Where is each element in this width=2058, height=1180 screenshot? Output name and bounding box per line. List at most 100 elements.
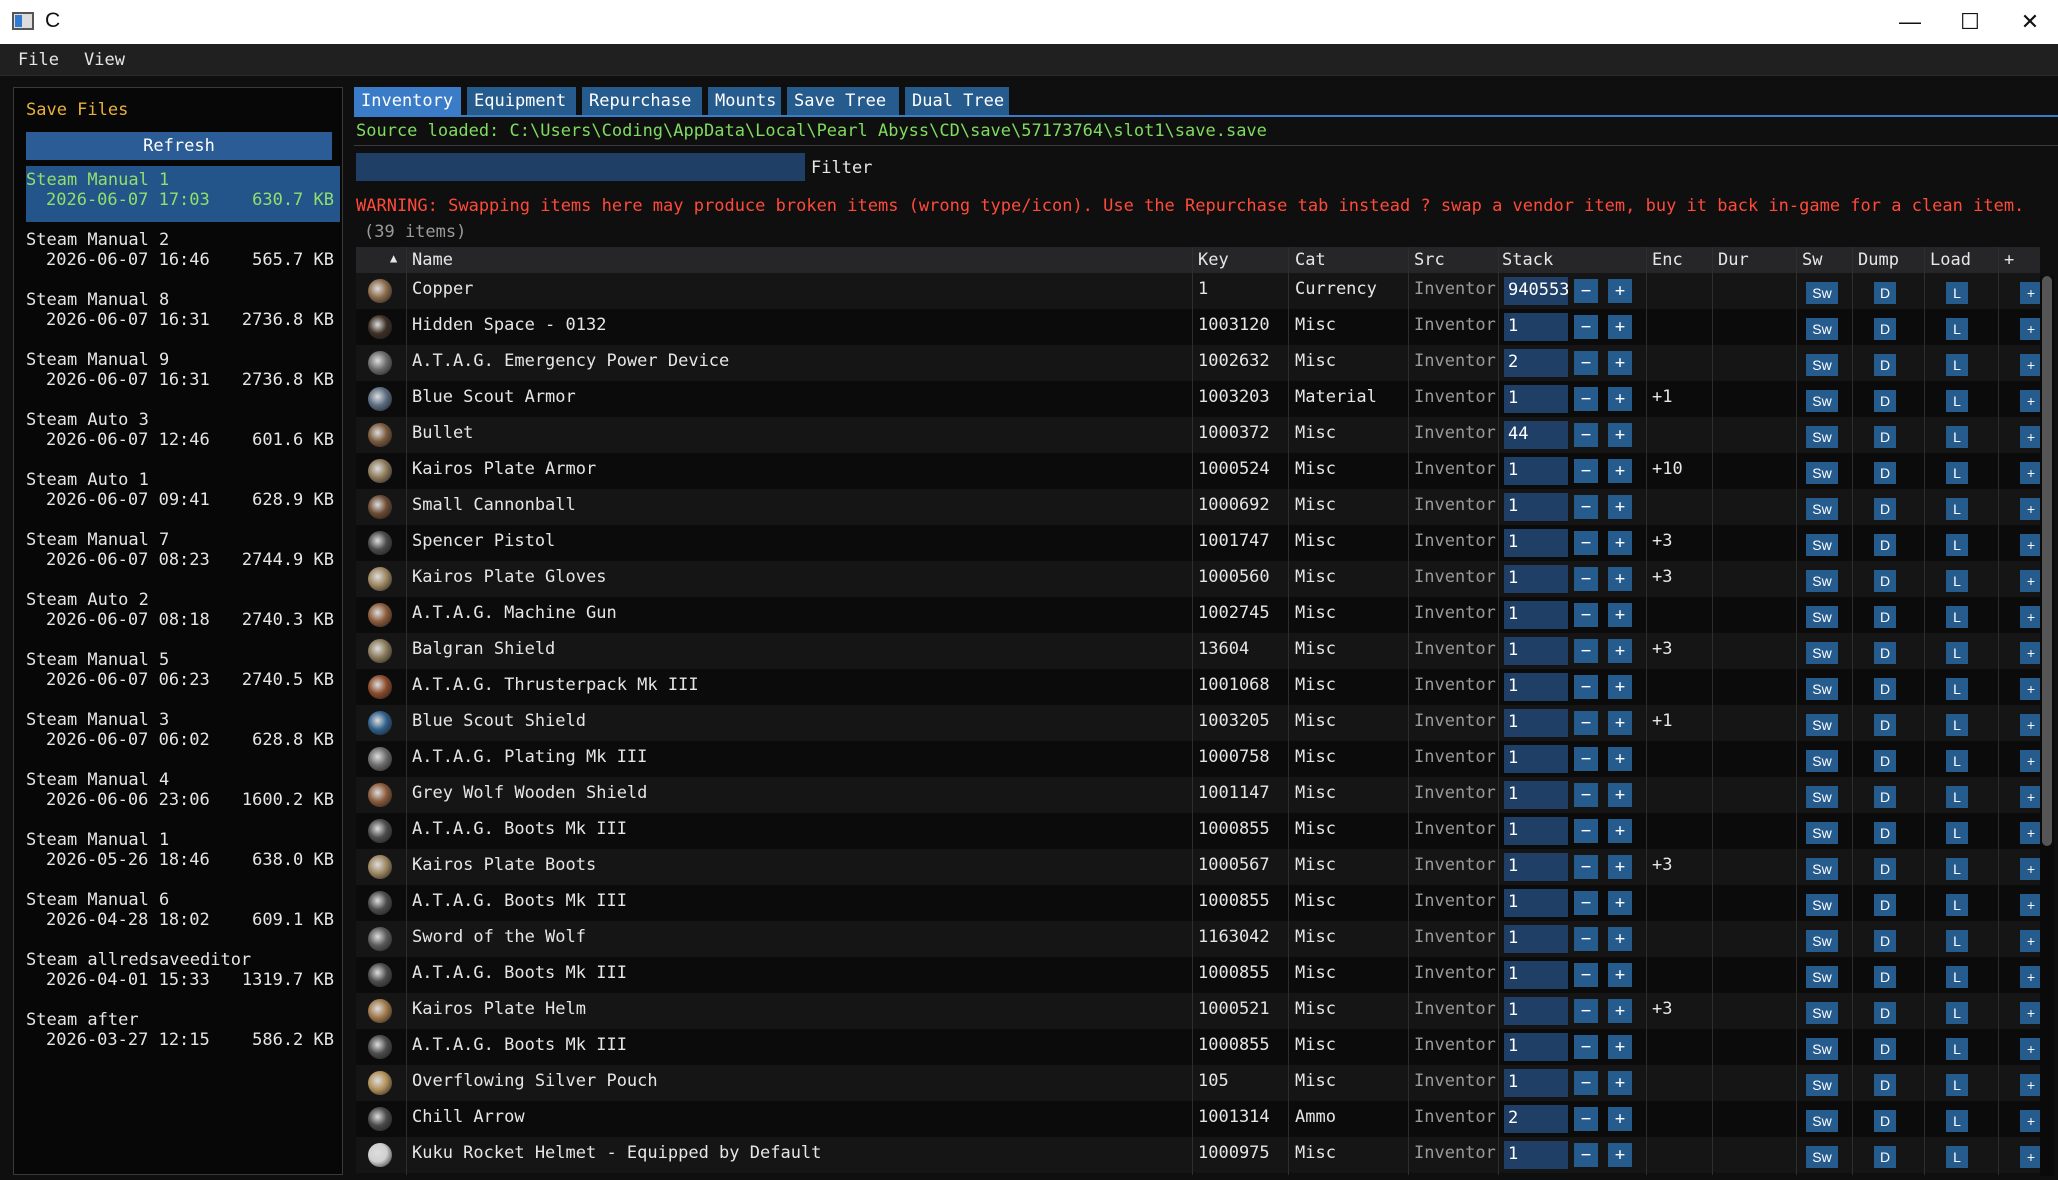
add-button[interactable]: + xyxy=(2020,1038,2040,1060)
menu-view[interactable]: View xyxy=(84,50,125,70)
increment-button[interactable]: + xyxy=(1608,387,1632,411)
increment-button[interactable]: + xyxy=(1608,315,1632,339)
decrement-button[interactable]: − xyxy=(1574,279,1598,303)
increment-button[interactable]: + xyxy=(1608,603,1632,627)
table-row[interactable]: Kairos Plate Gloves 1000560 Misc Inventor 1−… xyxy=(356,561,2040,597)
decrement-button[interactable]: − xyxy=(1574,315,1598,339)
close-button[interactable]: ✕ xyxy=(2000,0,2058,44)
col-key[interactable]: Key xyxy=(1198,250,1229,270)
scrollbar-thumb[interactable] xyxy=(2042,276,2052,846)
increment-button[interactable]: + xyxy=(1608,819,1632,843)
decrement-button[interactable]: − xyxy=(1574,675,1598,699)
save-entry[interactable]: Steam Manual 1 2026-06-07 17:03 630.7 KB xyxy=(26,166,340,222)
dump-button[interactable]: D xyxy=(1874,714,1896,736)
table-row[interactable]: A.T.A.G. Boots Mk III 1000855 Misc Inventor… xyxy=(356,1029,2040,1065)
decrement-button[interactable]: − xyxy=(1574,459,1598,483)
decrement-button[interactable]: − xyxy=(1574,423,1598,447)
stack-input[interactable]: 1 xyxy=(1504,565,1568,593)
swap-button[interactable]: Sw xyxy=(1806,498,1838,520)
stack-input[interactable]: 1 xyxy=(1504,961,1568,989)
increment-button[interactable]: + xyxy=(1608,675,1632,699)
add-button[interactable]: + xyxy=(2020,1002,2040,1024)
menu-file[interactable]: File xyxy=(18,50,59,70)
dump-button[interactable]: D xyxy=(1874,1038,1896,1060)
table-row[interactable]: Chill Arrow 1001314 Ammo Inventor 2− + Sw D L + xyxy=(356,1101,2040,1137)
save-entry[interactable]: Steam allredsaveeditor 2026-04-01 15:33 13… xyxy=(26,946,340,1002)
table-row[interactable]: A.T.A.G. Plating Mk III 1000758 Misc Invent… xyxy=(356,741,2040,777)
add-button[interactable]: + xyxy=(2020,894,2040,916)
increment-button[interactable]: + xyxy=(1608,891,1632,915)
save-entry[interactable]: Steam Manual 1 2026-05-26 18:46 638.0 KB xyxy=(26,826,340,882)
increment-button[interactable]: + xyxy=(1608,1035,1632,1059)
table-row[interactable]: Kairos Plate Armor 1000524 Misc Inventor 1− +… xyxy=(356,453,2040,489)
decrement-button[interactable]: − xyxy=(1574,963,1598,987)
swap-button[interactable]: Sw xyxy=(1806,1110,1838,1132)
increment-button[interactable]: + xyxy=(1608,783,1632,807)
dump-button[interactable]: D xyxy=(1874,930,1896,952)
load-button[interactable]: L xyxy=(1946,426,1968,448)
load-button[interactable]: L xyxy=(1946,462,1968,484)
decrement-button[interactable]: − xyxy=(1574,1107,1598,1131)
dump-button[interactable]: D xyxy=(1874,462,1896,484)
decrement-button[interactable]: − xyxy=(1574,711,1598,735)
swap-button[interactable]: Sw xyxy=(1806,858,1838,880)
table-row[interactable]: Copper 1 Currency Inventor 940553− + Sw D L + xyxy=(356,273,2040,309)
save-entry[interactable]: Steam Auto 1 2026-06-07 09:41 628.9 KB xyxy=(26,466,340,522)
decrement-button[interactable]: − xyxy=(1574,351,1598,375)
table-row[interactable]: Kairos Plate Helm 1000521 Misc Inventor 1− + +… xyxy=(356,993,2040,1029)
increment-button[interactable]: + xyxy=(1608,351,1632,375)
load-button[interactable]: L xyxy=(1946,390,1968,412)
load-button[interactable]: L xyxy=(1946,1074,1968,1096)
add-button[interactable]: + xyxy=(2020,462,2040,484)
save-entry[interactable]: Steam Manual 2 2026-06-07 16:46 565.7 KB xyxy=(26,226,340,282)
increment-button[interactable]: + xyxy=(1608,711,1632,735)
save-entry[interactable]: Steam Manual 7 2026-06-07 08:23 2744.9 KB xyxy=(26,526,340,582)
col-add[interactable]: + xyxy=(2004,250,2014,270)
table-scrollbar[interactable] xyxy=(2040,276,2054,1176)
table-row[interactable]: A.T.A.G. Machine Gun 1002745 Misc Inventor 1… xyxy=(356,597,2040,633)
dump-button[interactable]: D xyxy=(1874,966,1896,988)
stack-input[interactable]: 1 xyxy=(1504,817,1568,845)
decrement-button[interactable]: − xyxy=(1574,567,1598,591)
table-row[interactable]: Spencer Pistol 1001747 Misc Inventor 1− + +3 Sw… xyxy=(356,525,2040,561)
save-entry[interactable]: Steam Manual 4 2026-06-06 23:06 1600.2 KB xyxy=(26,766,340,822)
stack-input[interactable]: 1 xyxy=(1504,781,1568,809)
save-entry[interactable]: Steam Auto 2 2026-06-07 08:18 2740.3 KB xyxy=(26,586,340,642)
stack-input[interactable]: 1 xyxy=(1504,709,1568,737)
stack-input[interactable]: 1 xyxy=(1504,637,1568,665)
add-button[interactable]: + xyxy=(2020,966,2040,988)
decrement-button[interactable]: − xyxy=(1574,927,1598,951)
increment-button[interactable]: + xyxy=(1608,747,1632,771)
refresh-button[interactable]: Refresh xyxy=(26,132,332,160)
increment-button[interactable]: + xyxy=(1608,1143,1632,1167)
decrement-button[interactable]: − xyxy=(1574,891,1598,915)
table-row[interactable]: A.T.A.G. Emergency Power Device 1002632 Mi… xyxy=(356,345,2040,381)
col-load[interactable]: Load xyxy=(1930,250,1971,270)
minimize-button[interactable]: — xyxy=(1880,0,1940,44)
swap-button[interactable]: Sw xyxy=(1806,606,1838,628)
decrement-button[interactable]: − xyxy=(1574,603,1598,627)
swap-button[interactable]: Sw xyxy=(1806,750,1838,772)
load-button[interactable]: L xyxy=(1946,1038,1968,1060)
stack-input[interactable]: 1 xyxy=(1504,1033,1568,1061)
stack-input[interactable]: 1 xyxy=(1504,601,1568,629)
table-row[interactable]: Grey Wolf Wooden Shield 1001147 Misc Invent… xyxy=(356,777,2040,813)
stack-input[interactable]: 1 xyxy=(1504,529,1568,557)
save-entry[interactable]: Steam Manual 6 2026-04-28 18:02 609.1 KB xyxy=(26,886,340,942)
dump-button[interactable]: D xyxy=(1874,858,1896,880)
dump-button[interactable]: D xyxy=(1874,318,1896,340)
swap-button[interactable]: Sw xyxy=(1806,642,1838,664)
stack-input[interactable]: 1 xyxy=(1504,745,1568,773)
increment-button[interactable]: + xyxy=(1608,1107,1632,1131)
load-button[interactable]: L xyxy=(1946,822,1968,844)
stack-input[interactable]: 1 xyxy=(1504,673,1568,701)
add-button[interactable]: + xyxy=(2020,714,2040,736)
table-row[interactable]: Small Cannonball 1000692 Misc Inventor 1− + Sw… xyxy=(356,489,2040,525)
add-button[interactable]: + xyxy=(2020,930,2040,952)
add-button[interactable]: + xyxy=(2020,570,2040,592)
add-button[interactable]: + xyxy=(2020,1074,2040,1096)
load-button[interactable]: L xyxy=(1946,966,1968,988)
dump-button[interactable]: D xyxy=(1874,606,1896,628)
table-row[interactable]: A.T.A.G. Thrusterpack Mk III 1001068 Misc I… xyxy=(356,669,2040,705)
dump-button[interactable]: D xyxy=(1874,354,1896,376)
